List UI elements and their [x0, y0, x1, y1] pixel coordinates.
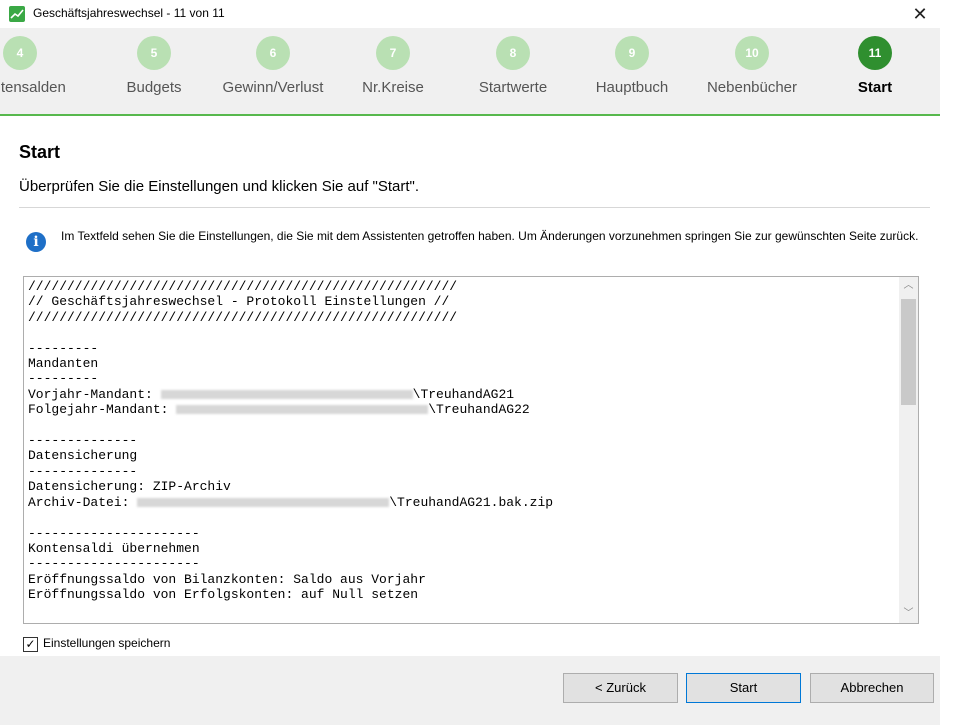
archiv-value: \TreuhandAG21.bak.zip [389, 494, 554, 510]
step-nebenbuecher[interactable]: 10 Nebenbücher [692, 28, 812, 114]
protocol-line: -------------- [28, 463, 138, 479]
redacted-path [137, 497, 390, 507]
step-gewinn-verlust[interactable]: 6 Gewinn/Verlust [213, 28, 333, 114]
protocol-line: Datensicherung: ZIP-Archiv [28, 479, 231, 495]
step-number: 6 [256, 36, 290, 70]
protocol-line: // Geschäftsjahreswechsel - Protokoll Ei… [28, 294, 450, 310]
step-label: Nr.Kreise [362, 79, 424, 96]
button-bar: < Zurück Start Abbrechen [0, 656, 940, 725]
window-edge [940, 0, 957, 725]
chart-app-icon [9, 6, 25, 22]
step-number: 5 [137, 36, 171, 70]
protocol-line: ////////////////////////////////////////… [28, 309, 458, 325]
info-icon: i [26, 232, 46, 252]
step-budgets[interactable]: 5 Budgets [94, 28, 214, 114]
redacted-path [176, 405, 429, 415]
page-title: Start [19, 142, 61, 162]
protocol-line: ---------------------- [28, 556, 200, 572]
folgejahr-label: Folgejahr-Mandant: [28, 402, 169, 418]
step-number: 8 [496, 36, 530, 70]
protocol-line: ---------------------- [28, 525, 200, 541]
step-label: Gewinn/Verlust [222, 79, 324, 96]
vorjahr-label: Vorjahr-Mandant: [28, 386, 153, 402]
scrollbar-thumb[interactable] [901, 299, 916, 405]
start-button[interactable]: Start [686, 673, 801, 703]
protocol-line: Eröffnungssaldo von Erfolgskonten: auf N… [28, 587, 419, 603]
step-label: Nebenbücher [706, 79, 798, 96]
protocol-line: ////////////////////////////////////////… [28, 279, 458, 294]
redacted-path [160, 389, 413, 399]
step-nr-kreise[interactable]: 7 Nr.Kreise [333, 28, 453, 114]
page-subtitle: Überprüfen Sie die Einstellungen und kli… [19, 178, 420, 195]
scroll-up-icon[interactable]: ︿ [899, 277, 918, 295]
step-label: Kontensalden [0, 79, 66, 96]
step-startwerte[interactable]: 8 Startwerte [453, 28, 573, 114]
step-number: 10 [735, 36, 769, 70]
cancel-button[interactable]: Abbrechen [810, 673, 934, 703]
vertical-scrollbar[interactable]: ︿ ﹀ [899, 277, 918, 623]
back-button[interactable]: < Zurück [563, 673, 678, 703]
protocol-line: --------- [28, 371, 99, 387]
info-text: Im Textfeld sehen Sie die Einstellungen,… [61, 229, 919, 243]
main-content: Start Überprüfen Sie die Einstellungen u… [0, 116, 940, 656]
step-kontensalden[interactable]: 4 Kontensalden [0, 28, 80, 114]
folgejahr-value: \TreuhandAG22 [428, 402, 530, 418]
step-number: 4 [3, 36, 37, 70]
scroll-down-icon[interactable]: ﹀ [899, 605, 918, 623]
save-settings-checkbox[interactable]: ✓ [23, 637, 38, 652]
save-settings-label: Einstellungen speichern [43, 636, 171, 650]
title-bar: Geschäftsjahreswechsel - 11 von 11 ✕ [0, 0, 940, 28]
protocol-line: --------- [28, 340, 99, 356]
step-number: 11 [858, 36, 892, 70]
step-label: Startwerte [478, 79, 548, 96]
vorjahr-value: \TreuhandAG21 [412, 386, 515, 402]
archiv-label: Archiv-Datei: [28, 494, 130, 510]
step-number: 7 [376, 36, 410, 70]
protocol-line: Eröffnungssaldo von Bilanzkonten: Saldo … [28, 571, 426, 587]
step-label: Hauptbuch [595, 79, 669, 96]
wizard-steps: 4 Kontensalden 5 Budgets 6 Gewinn/Verlus… [0, 28, 940, 116]
settings-protocol-textarea[interactable]: ////////////////////////////////////////… [23, 276, 919, 624]
step-hauptbuch[interactable]: 9 Hauptbuch [572, 28, 692, 114]
protocol-line: Mandanten [28, 356, 99, 372]
close-icon[interactable]: ✕ [905, 2, 935, 26]
divider [19, 207, 930, 208]
step-number: 9 [615, 36, 649, 70]
protocol-line: -------------- [28, 433, 138, 449]
window-title: Geschäftsjahreswechsel - 11 von 11 [33, 6, 225, 20]
step-label: Start [857, 79, 893, 96]
protocol-line: Kontensaldi übernehmen [28, 540, 200, 556]
step-label: Budgets [126, 79, 182, 96]
protocol-lines: ////////////////////////////////////////… [28, 279, 553, 603]
step-start[interactable]: 11 Start [815, 28, 935, 114]
protocol-line: Datensicherung [28, 448, 138, 464]
